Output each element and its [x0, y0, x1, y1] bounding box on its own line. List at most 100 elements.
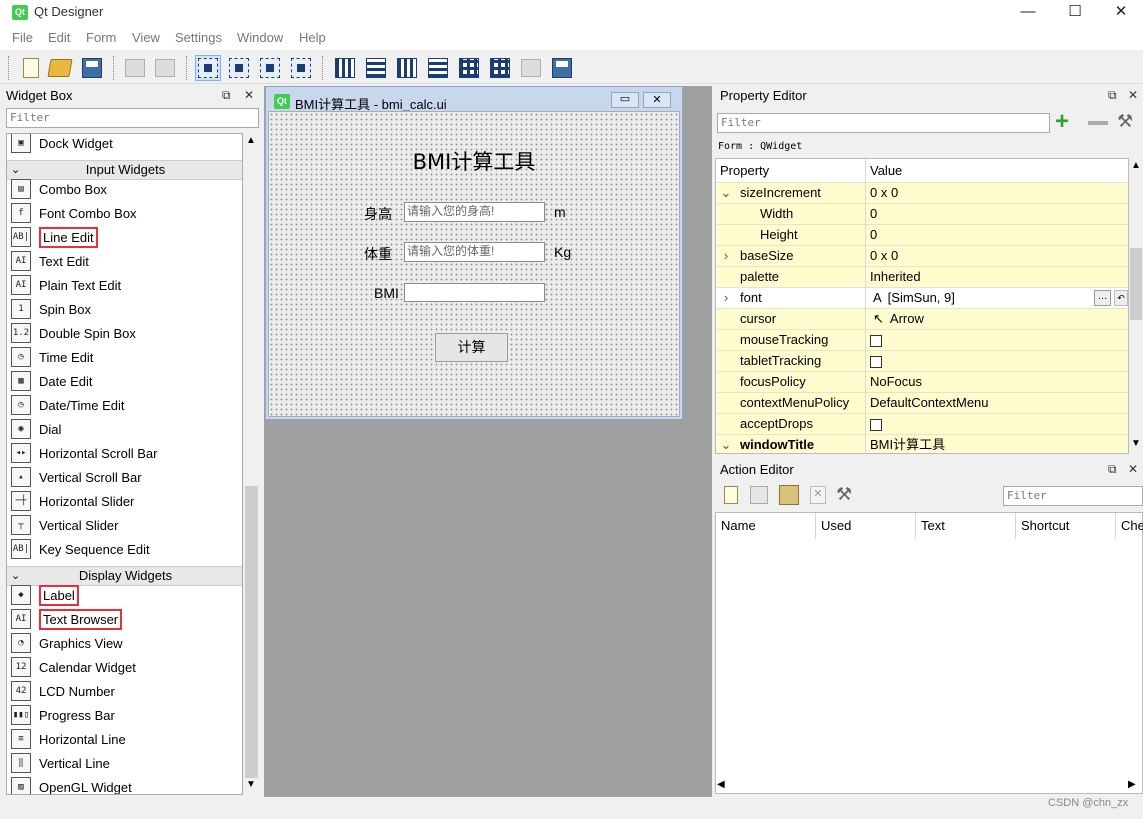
- property-row[interactable]: Width 0: [716, 204, 1128, 225]
- widget-box-item[interactable]: ▤ Combo Box: [7, 177, 242, 201]
- property-value-cell[interactable]: [867, 351, 882, 372]
- property-row[interactable]: › font A [SimSun, 9] … ↶: [716, 288, 1128, 309]
- adjust-size-button[interactable]: [549, 55, 575, 81]
- property-value-cell[interactable]: [867, 414, 882, 435]
- save-form-button[interactable]: [79, 55, 105, 81]
- property-value-cell[interactable]: Inherited: [867, 267, 921, 288]
- property-value-cell[interactable]: 0 x 0: [867, 246, 898, 267]
- property-row[interactable]: contextMenuPolicy DefaultContextMenu: [716, 393, 1128, 414]
- height-input[interactable]: 请输入您的身高!: [404, 202, 545, 222]
- widget-box-item[interactable]: ┬ Vertical Slider: [7, 513, 242, 537]
- lay-out-horizontally-button[interactable]: [332, 55, 358, 81]
- widget-box-item[interactable]: ▣ Dock Widget: [7, 134, 242, 155]
- widget-box-scroll-thumb[interactable]: [245, 486, 258, 778]
- widget-box-item[interactable]: ◆ Label: [7, 583, 242, 607]
- action-shortcut-column-header[interactable]: Shortcut: [1016, 513, 1116, 539]
- form-minimize-button[interactable]: ▭: [611, 92, 639, 108]
- widget-box-item[interactable]: ▨ OpenGL Widget: [7, 775, 242, 794]
- widget-box-item[interactable]: ◔ Graphics View: [7, 631, 242, 655]
- widget-box-item[interactable]: ◷ Time Edit: [7, 345, 242, 369]
- vertical-splitter-button[interactable]: [425, 55, 451, 81]
- height-label[interactable]: 身高: [364, 204, 392, 224]
- widget-box-item[interactable]: ◂▸ Horizontal Scroll Bar: [7, 441, 242, 465]
- property-scroll-thumb[interactable]: [1130, 248, 1142, 320]
- property-checkbox[interactable]: [870, 334, 882, 347]
- edit-tab-order-button[interactable]: [288, 55, 314, 81]
- close-button[interactable]: ✕: [1098, 0, 1143, 26]
- weight-input[interactable]: 请输入您的体重!: [404, 242, 545, 262]
- property-row[interactable]: tabletTracking: [716, 351, 1128, 372]
- widget-box-item[interactable]: 12 Calendar Widget: [7, 655, 242, 679]
- widget-box-item[interactable]: AI Text Browser: [7, 607, 242, 631]
- menu-file[interactable]: File: [12, 30, 33, 45]
- menu-help[interactable]: Help: [299, 30, 326, 45]
- close-dock-icon[interactable]: ✕: [244, 88, 254, 102]
- weight-unit-label[interactable]: Kg: [554, 244, 571, 260]
- new-action-icon[interactable]: [724, 486, 738, 504]
- maximize-button[interactable]: ☐: [1052, 0, 1098, 26]
- close-dock-icon[interactable]: ✕: [1128, 462, 1138, 476]
- menu-view[interactable]: View: [132, 30, 160, 45]
- widget-box-item[interactable]: ─┼ Horizontal Slider: [7, 489, 242, 513]
- chevron-right-icon[interactable]: ›: [716, 246, 736, 266]
- action-name-column-header[interactable]: Name: [716, 513, 816, 539]
- widget-box-item[interactable]: ◉ Dial: [7, 417, 242, 441]
- property-row[interactable]: Height 0: [716, 225, 1128, 246]
- reset-property-icon[interactable]: ↶: [1114, 290, 1128, 306]
- edit-signals-slots-button[interactable]: [226, 55, 252, 81]
- property-value-cell[interactable]: BMI计算工具: [867, 435, 945, 453]
- weight-label[interactable]: 体重: [364, 244, 392, 264]
- height-unit-label[interactable]: m: [554, 204, 566, 220]
- float-dock-icon[interactable]: ⧉: [1108, 462, 1117, 477]
- calculate-button[interactable]: 计算: [435, 333, 508, 362]
- close-dock-icon[interactable]: ✕: [1128, 88, 1138, 102]
- action-text-column-header[interactable]: Text: [916, 513, 1016, 539]
- property-value-cell[interactable]: 0 x 0: [867, 183, 898, 204]
- float-dock-icon[interactable]: ⧉: [1108, 88, 1117, 103]
- float-dock-icon[interactable]: ⧉: [222, 88, 231, 103]
- property-value-cell[interactable]: [867, 330, 882, 351]
- copy-button[interactable]: [122, 55, 148, 81]
- property-value-cell[interactable]: 0: [867, 225, 877, 246]
- widget-box-item[interactable]: ▦ Date Edit: [7, 369, 242, 393]
- edit-buddies-button[interactable]: [257, 55, 283, 81]
- widget-box-filter-input[interactable]: Filter: [6, 108, 259, 128]
- scroll-right-icon[interactable]: ▶: [1128, 779, 1136, 790]
- widget-box-item[interactable]: AB| Key Sequence Edit: [7, 537, 242, 561]
- property-row[interactable]: palette Inherited: [716, 267, 1128, 288]
- scroll-left-icon[interactable]: ◀: [717, 779, 725, 790]
- property-checkbox[interactable]: [870, 418, 882, 431]
- action-checkable-column-header[interactable]: Che: [1116, 513, 1143, 539]
- property-row[interactable]: focusPolicy NoFocus: [716, 372, 1128, 393]
- remove-property-icon[interactable]: [1088, 121, 1108, 125]
- form-heading-label[interactable]: BMI计算工具: [268, 146, 680, 176]
- property-row[interactable]: ⌄ sizeIncrement 0 x 0: [716, 183, 1128, 204]
- chevron-down-icon[interactable]: ⌄: [716, 435, 736, 453]
- widget-box-item[interactable]: AI Plain Text Edit: [7, 273, 242, 297]
- property-value-cell[interactable]: ↖ Arrow: [867, 309, 924, 330]
- widget-box-item[interactable]: ≡ Horizontal Line: [7, 727, 242, 751]
- edit-widgets-button[interactable]: [195, 55, 221, 81]
- lay-out-vertically-button[interactable]: [363, 55, 389, 81]
- horizontal-splitter-button[interactable]: [394, 55, 420, 81]
- scroll-down-icon[interactable]: ▼: [1131, 438, 1141, 449]
- menu-settings[interactable]: Settings: [175, 30, 222, 45]
- minimize-button[interactable]: —: [1005, 0, 1051, 26]
- action-filter-input[interactable]: Filter: [1003, 486, 1143, 506]
- paste-action-icon[interactable]: [779, 485, 799, 505]
- paste-button[interactable]: [152, 55, 178, 81]
- bmi-label[interactable]: BMI: [374, 285, 399, 301]
- scroll-up-icon[interactable]: ▲: [1131, 160, 1141, 171]
- scroll-down-icon[interactable]: ▼: [246, 779, 256, 790]
- chevron-right-icon[interactable]: ›: [716, 288, 736, 308]
- form-layout-button[interactable]: [487, 55, 513, 81]
- property-value-cell[interactable]: A [SimSun, 9]: [867, 288, 955, 309]
- browse-font-button[interactable]: …: [1094, 290, 1111, 306]
- widget-box-item[interactable]: ‖ Vertical Line: [7, 751, 242, 775]
- action-used-column-header[interactable]: Used: [816, 513, 916, 539]
- add-dynamic-property-icon[interactable]: +: [1055, 110, 1069, 134]
- menu-edit[interactable]: Edit: [48, 30, 70, 45]
- grid-layout-button[interactable]: [456, 55, 482, 81]
- configure-wrench-icon[interactable]: ⚒: [836, 484, 852, 505]
- property-value-cell[interactable]: NoFocus: [867, 372, 922, 393]
